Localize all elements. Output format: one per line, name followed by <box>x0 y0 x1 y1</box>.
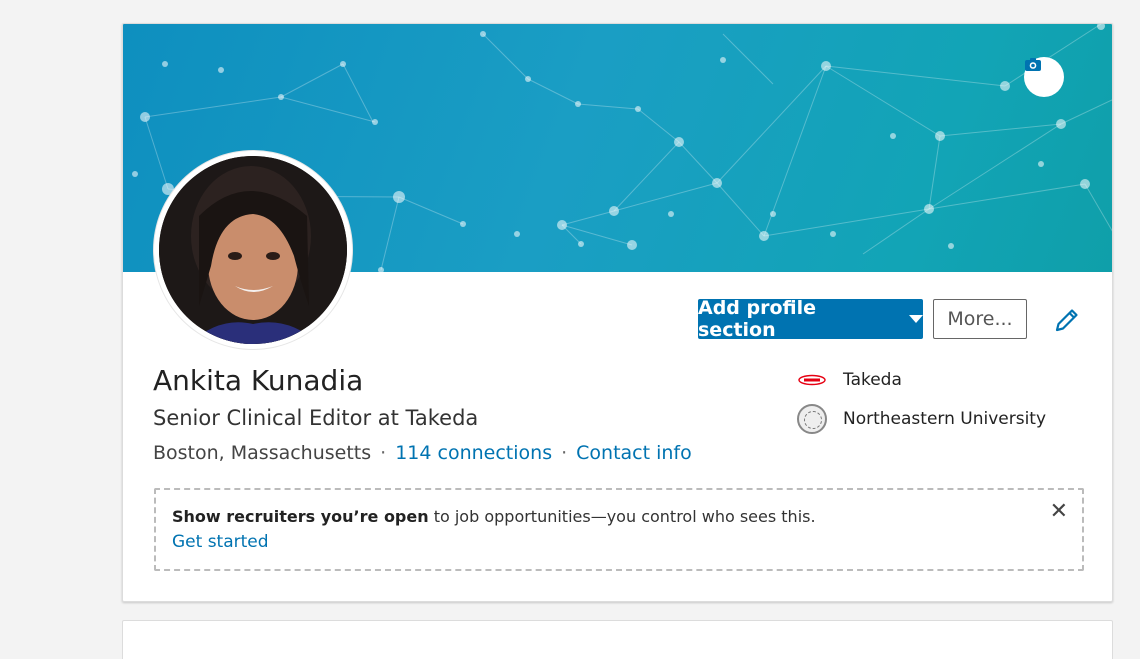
notice-bold-text: Show recruiters you’re open <box>172 507 429 526</box>
company-name: Takeda <box>843 370 902 390</box>
profile-location: Boston, Massachusetts <box>153 442 372 464</box>
pencil-icon <box>1055 309 1078 332</box>
more-button[interactable]: More... <box>933 299 1027 339</box>
education-school[interactable]: Northeastern University <box>797 404 1046 434</box>
school-name: Northeastern University <box>843 409 1047 429</box>
next-section-card <box>122 620 1113 659</box>
close-icon[interactable]: ✕ <box>1050 501 1068 523</box>
profile-photo-image <box>159 156 347 344</box>
notice-text: Show recruiters you’re open to job oppor… <box>172 507 1066 526</box>
profile-top-card: Add profile section More... Ankita Kunad… <box>122 23 1113 602</box>
caret-down-icon <box>909 315 923 323</box>
takeda-logo <box>797 371 827 389</box>
camera-icon <box>1025 58 1041 71</box>
separator-dot: · <box>561 442 568 464</box>
current-company[interactable]: Takeda <box>797 370 902 390</box>
contact-info-link[interactable]: Contact info <box>576 442 692 464</box>
add-profile-section-label: Add profile section <box>698 297 817 341</box>
notice-rest-text: to job opportunities—you control who see… <box>428 507 816 526</box>
northeastern-seal-logo <box>797 404 827 434</box>
profile-name: Ankita Kunadia <box>153 364 364 397</box>
edit-background-photo-button[interactable] <box>1024 57 1064 97</box>
connections-link[interactable]: 114 connections <box>395 442 552 464</box>
profile-headline: Senior Clinical Editor at Takeda <box>153 406 479 430</box>
get-started-link[interactable]: Get started <box>172 532 269 552</box>
add-profile-section-button[interactable]: Add profile section <box>698 297 923 341</box>
profile-photo[interactable] <box>154 151 352 349</box>
profile-meta: Boston, Massachusetts · 114 connections … <box>153 442 692 464</box>
edit-profile-button[interactable] <box>1053 306 1083 334</box>
open-to-opportunities-notice: Show recruiters you’re open to job oppor… <box>154 488 1084 571</box>
separator-dot: · <box>380 442 387 464</box>
